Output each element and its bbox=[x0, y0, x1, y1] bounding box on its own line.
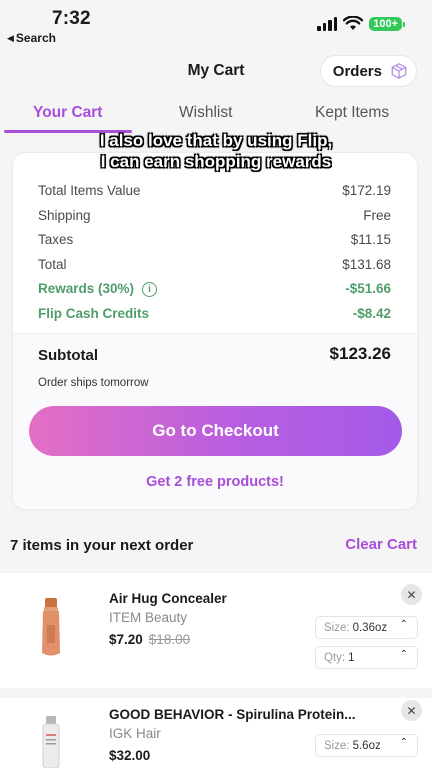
status-bar: 7:32 ◀ Search 100+ bbox=[0, 0, 432, 50]
summary-row-flip-cash: Flip Cash Credits -$8.42 bbox=[38, 306, 391, 321]
signal-icon bbox=[317, 16, 338, 31]
summary-row-total: Total $131.68 bbox=[38, 257, 391, 272]
chevron-icon: ⌃ bbox=[399, 619, 408, 630]
item-name[interactable]: Air Hug Concealer bbox=[109, 591, 227, 606]
summary-label: Flip Cash Credits bbox=[38, 306, 150, 321]
back-label: Search bbox=[15, 31, 56, 45]
item-price: $7.20 $18.00 bbox=[109, 632, 190, 647]
cart-item: GOOD BEHAVIOR - Spirulina Protein... IGK… bbox=[0, 698, 432, 768]
cart-tabs: Your Cart Wishlist Kept Items bbox=[0, 104, 432, 133]
summary-value: $11.15 bbox=[350, 232, 391, 247]
summary-value: -$8.42 bbox=[352, 306, 391, 321]
product-image bbox=[42, 598, 60, 656]
summary-value: $131.68 bbox=[342, 257, 391, 272]
size-label: Size: bbox=[324, 739, 350, 752]
item-brand: IGK Hair bbox=[109, 726, 161, 741]
tab-your-cart[interactable]: Your Cart bbox=[33, 104, 102, 122]
caption-line-2: I can earn shopping rewards bbox=[100, 152, 332, 171]
subtotal-value: $123.26 bbox=[329, 344, 391, 363]
summary-label: Shipping bbox=[38, 208, 91, 223]
next-order-title: 7 items in your next order bbox=[10, 537, 194, 554]
cart-item: Air Hug Concealer ITEM Beauty $7.20 $18.0… bbox=[0, 573, 432, 688]
free-products-link[interactable]: Get 2 free products! bbox=[13, 474, 417, 490]
checkout-button[interactable]: Go to Checkout bbox=[29, 406, 402, 456]
item-price-current: $7.20 bbox=[109, 632, 143, 647]
orders-label: Orders bbox=[332, 62, 382, 80]
summary-row-shipping: Shipping Free bbox=[38, 208, 391, 223]
tab-kept-items[interactable]: Kept Items bbox=[315, 104, 389, 122]
package-icon bbox=[391, 63, 407, 79]
size-label: Size: bbox=[324, 621, 350, 634]
quantity-select[interactable]: Qty: 1 ⌃ bbox=[315, 646, 418, 669]
summary-divider bbox=[13, 333, 417, 334]
summary-value: Free bbox=[363, 208, 391, 223]
size-value: 0.36oz bbox=[352, 621, 388, 634]
item-name[interactable]: GOOD BEHAVIOR - Spirulina Protein... bbox=[109, 707, 356, 722]
battery-icon: 100+ bbox=[369, 16, 405, 31]
summary-label: Total bbox=[38, 257, 67, 272]
summary-row-rewards: Rewards (30%) i -$51.66 bbox=[38, 281, 391, 297]
summary-value: -$51.66 bbox=[345, 281, 391, 296]
item-brand: ITEM Beauty bbox=[109, 610, 188, 625]
back-to-search-link[interactable]: ◀ Search bbox=[7, 31, 56, 45]
summary-row-items-value: Total Items Value $172.19 bbox=[38, 183, 391, 198]
status-time: 7:32 bbox=[52, 8, 91, 29]
item-price: $32.00 bbox=[109, 748, 150, 763]
summary-label: Taxes bbox=[38, 232, 74, 247]
ships-note: Order ships tomorrow bbox=[38, 377, 149, 389]
size-value: 5.6oz bbox=[352, 739, 381, 752]
qty-label: Qty: bbox=[324, 651, 346, 664]
video-caption: I also love that by using Flip, I can ea… bbox=[0, 130, 432, 172]
chevron-icon: ⌃ bbox=[399, 737, 408, 748]
size-select[interactable]: Size: 0.36oz ⌃ bbox=[315, 616, 418, 639]
qty-value: 1 bbox=[348, 651, 355, 664]
summary-label: Total Items Value bbox=[38, 183, 141, 198]
subtotal-label: Subtotal bbox=[38, 347, 98, 364]
status-icons: 100+ bbox=[317, 16, 405, 31]
back-arrow-icon: ◀ bbox=[7, 32, 14, 43]
wifi-icon bbox=[343, 16, 364, 30]
info-icon[interactable]: i bbox=[142, 281, 158, 297]
chevron-icon: ⌃ bbox=[399, 649, 408, 660]
item-price-current: $32.00 bbox=[109, 748, 151, 763]
caption-line-1: I also love that by using Flip, bbox=[99, 131, 333, 150]
orders-button[interactable]: Orders bbox=[319, 55, 417, 87]
order-summary-card: Total Items Value $172.19 Shipping Free … bbox=[12, 152, 418, 510]
clear-cart-button[interactable]: Clear Cart bbox=[345, 536, 417, 553]
remove-item-button[interactable]: ✕ bbox=[401, 584, 422, 605]
summary-row-taxes: Taxes $11.15 bbox=[38, 232, 391, 247]
item-price-original: $18.00 bbox=[148, 632, 191, 647]
tab-wishlist[interactable]: Wishlist bbox=[179, 104, 232, 122]
size-select[interactable]: Size: 5.6oz ⌃ bbox=[315, 734, 418, 757]
product-image bbox=[42, 716, 60, 768]
summary-value: $172.19 bbox=[342, 183, 391, 198]
remove-item-button[interactable]: ✕ bbox=[401, 700, 422, 721]
summary-label: Rewards (30%) bbox=[38, 281, 135, 296]
